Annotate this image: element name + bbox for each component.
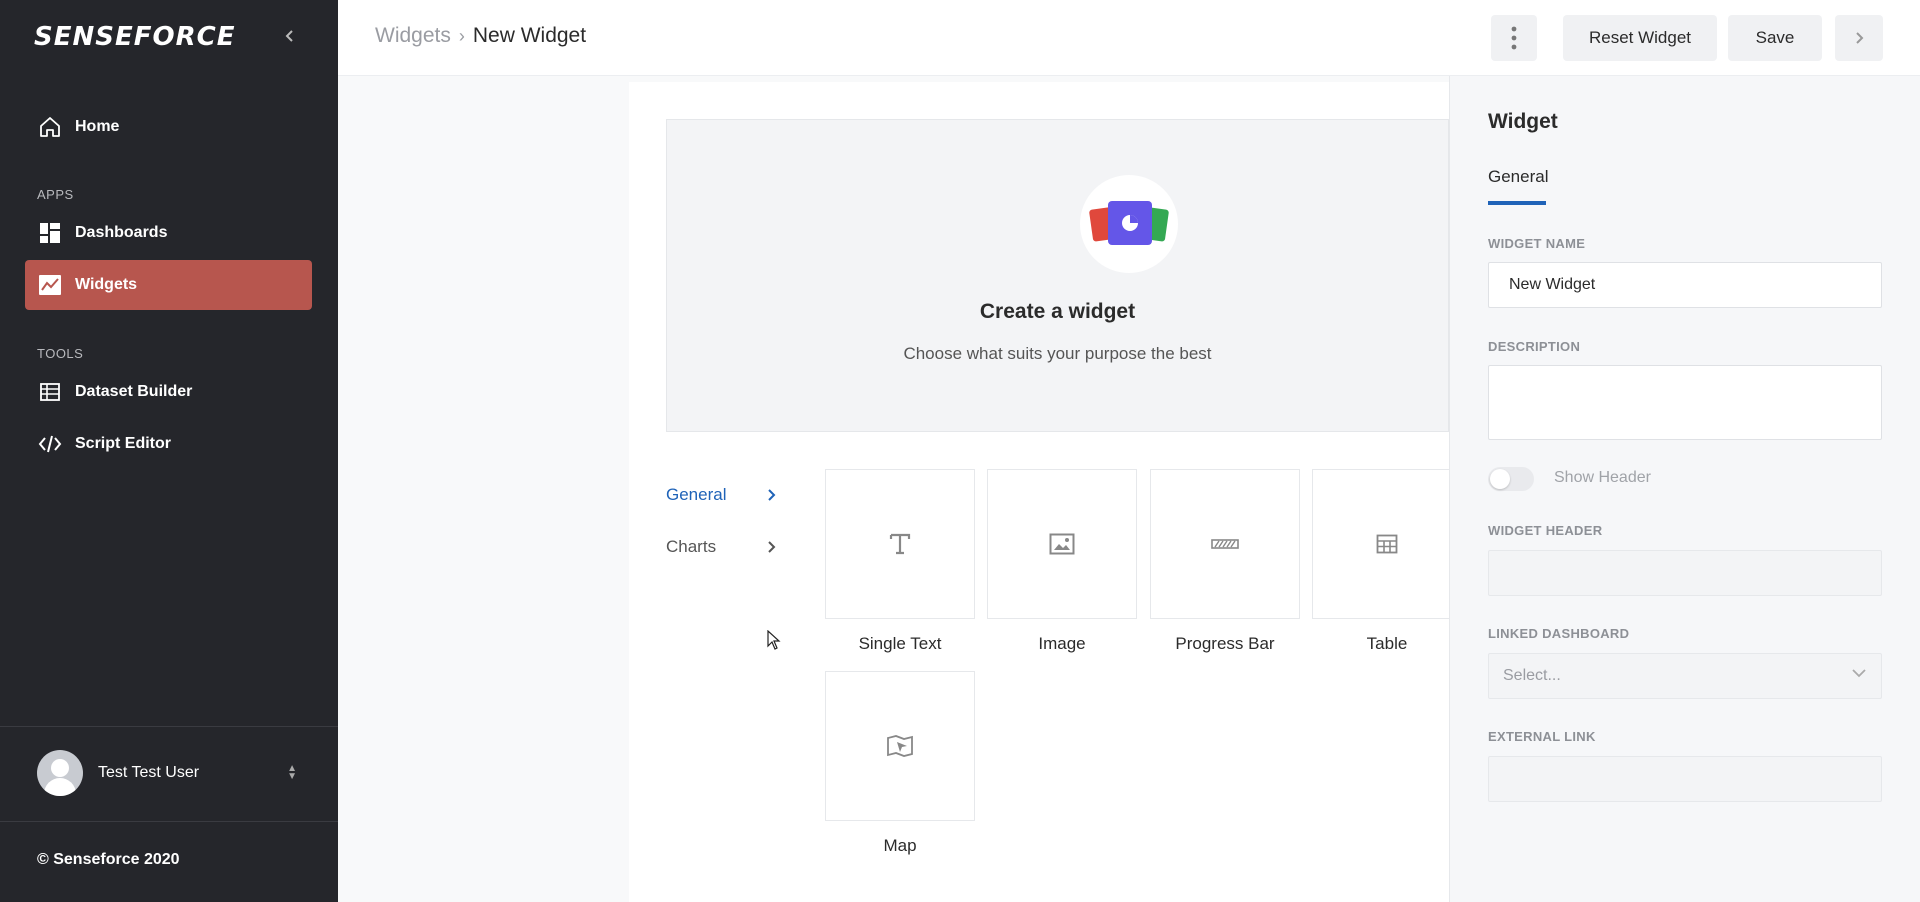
- sidebar-item-label: Script Editor: [75, 435, 172, 452]
- widget-header-input[interactable]: [1488, 550, 1882, 596]
- create-widget-hero: [666, 119, 1449, 432]
- widget-name-input[interactable]: [1488, 262, 1882, 308]
- sidebar-item-label: Dashboards: [75, 224, 168, 241]
- tile-label: Map: [883, 836, 917, 855]
- home-icon: [37, 114, 63, 140]
- linked-dashboard-label: LINKED DASHBOARD: [1488, 626, 1630, 641]
- hero-subtitle: Choose what suits your purpose the best: [903, 344, 1212, 363]
- section-label-tools: TOOLS: [37, 346, 84, 361]
- expand-collapse-icon: ▲ ▼: [287, 763, 297, 782]
- chevron-left-icon: [285, 30, 293, 42]
- dashboard-icon: [37, 220, 63, 246]
- reset-widget-button[interactable]: Reset Widget: [1563, 15, 1717, 61]
- toggle-panel-button[interactable]: [1835, 15, 1883, 61]
- code-icon: [37, 431, 63, 457]
- save-button[interactable]: Save: [1728, 15, 1822, 61]
- progress-bar-icon: [1211, 539, 1239, 549]
- chevron-right-icon: [768, 489, 776, 501]
- breadcrumb-current: New Widget: [472, 24, 587, 47]
- category-label: Charts: [666, 537, 717, 556]
- category-charts[interactable]: Charts: [666, 532, 776, 562]
- chevron-right-icon: ›: [458, 25, 465, 46]
- sidebar-item-label: Dataset Builder: [75, 383, 193, 400]
- select-value: Select...: [1503, 667, 1561, 684]
- linked-dashboard-select[interactable]: Select...: [1488, 653, 1882, 699]
- category-label: General: [666, 485, 727, 504]
- widget-tile-image[interactable]: [987, 469, 1137, 619]
- widget-tile-map[interactable]: [825, 671, 975, 821]
- sidebar-item-dashboards[interactable]: Dashboards: [25, 208, 312, 258]
- widget-tile-table[interactable]: [1312, 469, 1462, 619]
- tile-label: Image: [1038, 634, 1086, 653]
- avatar: [37, 750, 83, 796]
- user-name: Test Test User: [98, 764, 200, 781]
- external-link-label: EXTERNAL LINK: [1488, 729, 1596, 744]
- user-menu[interactable]: Test Test User ▲ ▼: [37, 750, 297, 796]
- breadcrumb-widgets[interactable]: Widgets: [375, 24, 451, 48]
- show-header-label: Show Header: [1554, 469, 1651, 486]
- chevron-right-icon: [768, 541, 776, 553]
- external-link-input[interactable]: [1488, 756, 1882, 802]
- sidebar-item-label: Home: [75, 118, 120, 135]
- sidebar-item-home[interactable]: Home: [25, 102, 312, 152]
- tab-general[interactable]: General: [1488, 167, 1548, 187]
- toggle-knob: [1490, 469, 1510, 489]
- chevron-down-icon: [1852, 669, 1866, 678]
- sidebar-item-label: Widgets: [75, 276, 138, 293]
- tile-label: Table: [1366, 634, 1408, 653]
- description-label: DESCRIPTION: [1488, 339, 1581, 354]
- more-vertical-icon: [1511, 26, 1517, 50]
- tile-label: Single Text: [858, 634, 942, 653]
- breadcrumb: Widgets › New Widget: [375, 24, 586, 48]
- active-tab-indicator: [1488, 201, 1546, 205]
- text-icon: [889, 533, 911, 555]
- sidebar-item-script-editor[interactable]: Script Editor: [25, 419, 312, 469]
- sidebar-divider: [0, 726, 338, 727]
- chart-line-icon: [37, 272, 63, 298]
- sidebar-item-widgets[interactable]: Widgets: [25, 260, 312, 310]
- description-input[interactable]: [1488, 365, 1882, 440]
- widget-tile-progress-bar[interactable]: [1150, 469, 1300, 619]
- sidebar-item-dataset-builder[interactable]: Dataset Builder: [25, 367, 312, 417]
- copyright: © Senseforce 2020: [37, 851, 180, 868]
- section-label-apps: APPS: [37, 187, 74, 202]
- panel-title: Widget: [1488, 110, 1558, 133]
- map-icon: [887, 735, 913, 757]
- sidebar-divider: [0, 821, 338, 822]
- senseforce-logo[interactable]: SENSEFORCE: [34, 22, 235, 52]
- image-icon: [1049, 533, 1075, 555]
- collapse-sidebar-button[interactable]: [282, 28, 298, 44]
- widget-tile-single-text[interactable]: [825, 469, 975, 619]
- dataset-icon: [37, 379, 63, 405]
- sidebar: SENSEFORCE Home APPS Dashboards Widgets …: [0, 0, 338, 902]
- tile-label: Progress Bar: [1175, 634, 1275, 653]
- show-header-toggle[interactable]: [1488, 467, 1534, 491]
- category-general[interactable]: General: [666, 480, 776, 510]
- more-options-button[interactable]: [1491, 15, 1537, 61]
- mouse-pointer-icon: [767, 630, 781, 650]
- top-bar: Widgets › New Widget Reset Widget Save: [338, 0, 1920, 76]
- widget-cards-icon: [1080, 175, 1178, 273]
- widget-header-label: WIDGET HEADER: [1488, 523, 1603, 538]
- chevron-right-icon: [1856, 32, 1864, 44]
- widget-name-label: WIDGET NAME: [1488, 236, 1586, 251]
- table-icon: [1376, 534, 1398, 554]
- hero-title: Create a widget: [979, 300, 1136, 323]
